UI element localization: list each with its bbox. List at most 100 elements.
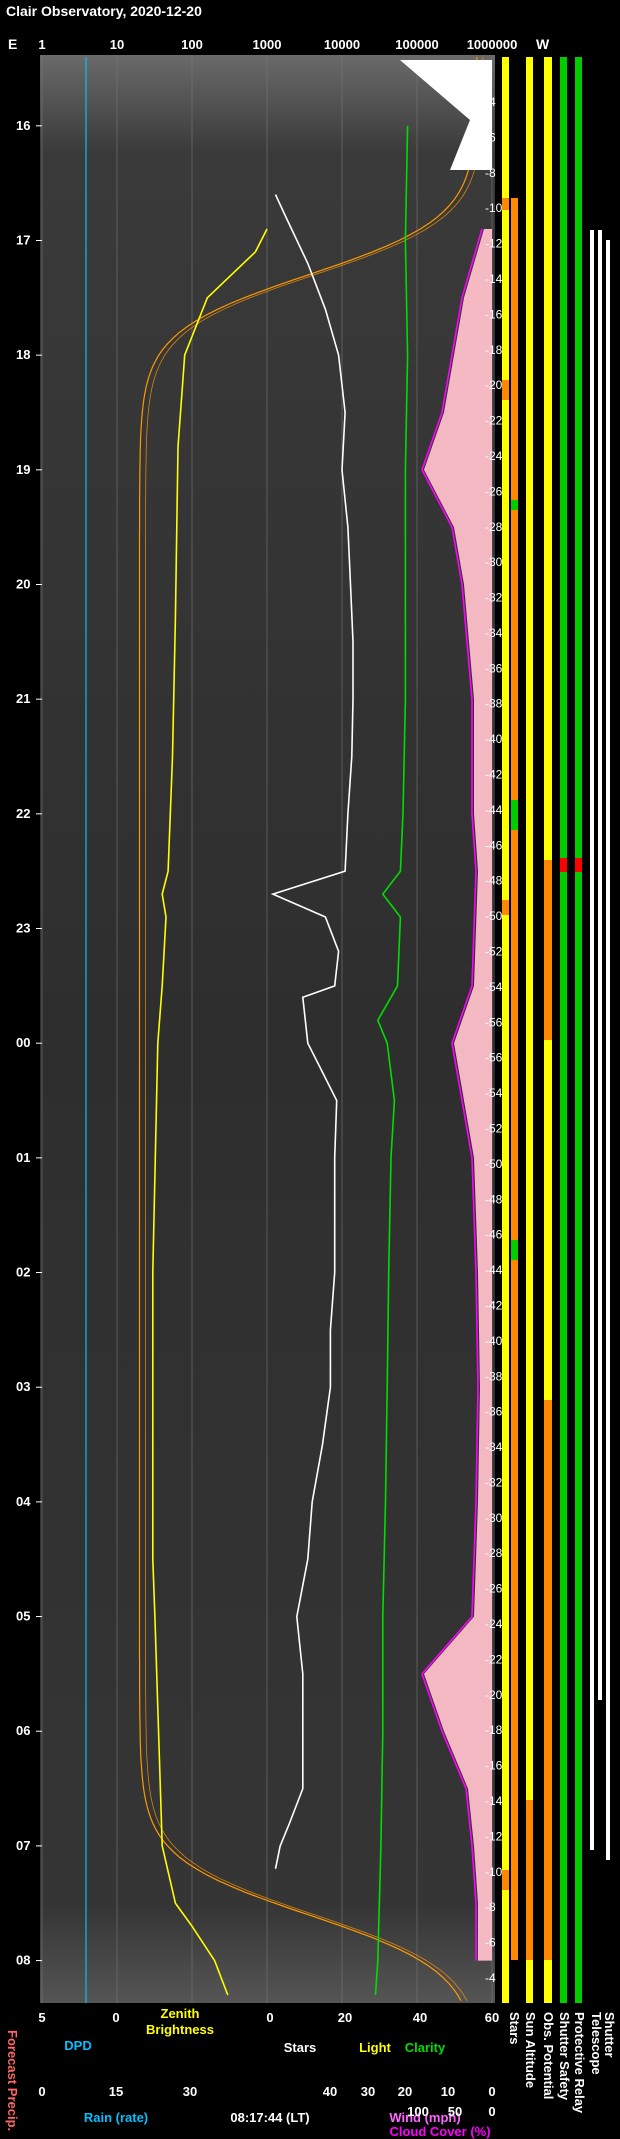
status-label: Obs. Potential xyxy=(541,2012,556,2099)
altitude-label: -52 xyxy=(485,945,503,959)
status-label: Shutter Safety xyxy=(557,2012,572,2101)
altitude-label: -4 xyxy=(485,95,496,109)
status-bar-overlay xyxy=(544,860,552,1040)
altitude-label: -36 xyxy=(485,661,503,675)
altitude-label: -40 xyxy=(485,732,503,746)
status-label: Shutter xyxy=(602,2012,617,2058)
altitude-label: -48 xyxy=(485,874,503,888)
altitude-label: -26 xyxy=(485,484,503,498)
time-tick-label: 19 xyxy=(16,462,30,477)
status-bar-segment xyxy=(575,57,582,2003)
altitude-label: -52 xyxy=(485,1121,503,1135)
altitude-label: -20 xyxy=(485,1688,503,1702)
stars-label: Stars xyxy=(284,2040,317,2055)
wind-tick: 30 xyxy=(361,2084,375,2099)
altitude-label: -14 xyxy=(485,272,503,286)
time-tick-label: 05 xyxy=(16,1609,30,1624)
status-bar-overlay xyxy=(511,800,518,830)
telescope-bar xyxy=(606,240,610,1860)
altitude-label: -8 xyxy=(485,1900,496,1914)
altitude-label: -30 xyxy=(485,555,503,569)
dpd-label: DPD xyxy=(64,2038,91,2053)
top-tick-label: 100000 xyxy=(395,37,438,52)
cloud-tick: 50 xyxy=(448,2104,462,2119)
altitude-label: -22 xyxy=(485,414,503,428)
rain-tick: 30 xyxy=(183,2084,197,2099)
altitude-label: -22 xyxy=(485,1652,503,1666)
status-bar-overlay xyxy=(502,1870,509,1890)
status-bar-overlay xyxy=(575,858,582,872)
top-tick-label: 100 xyxy=(181,37,203,52)
time-tick-label: 00 xyxy=(16,1035,30,1050)
status-bar-overlay xyxy=(526,600,533,1800)
top-axis-right-label: W xyxy=(536,36,550,52)
altitude-label: -32 xyxy=(485,591,503,605)
wind-tick: 20 xyxy=(398,2084,412,2099)
altitude-label: -56 xyxy=(485,1015,503,1029)
cloud-tick: 0 xyxy=(488,2104,495,2119)
time-tick-label: 16 xyxy=(16,118,30,133)
time-tick-label: 23 xyxy=(16,921,30,936)
status-bar-overlay xyxy=(511,1240,518,1260)
status-label: Sun Altitude xyxy=(523,2012,538,2088)
wind-tick: 40 xyxy=(323,2084,337,2099)
zenith-tick: 60 xyxy=(485,2010,499,2025)
altitude-label: -10 xyxy=(485,1865,503,1879)
altitude-label: -40 xyxy=(485,1334,503,1348)
time-label: 08:17:44 (LT) xyxy=(230,2110,309,2125)
telescope-bar xyxy=(590,230,594,1850)
time-tick-label: 02 xyxy=(16,1265,30,1280)
altitude-label: -42 xyxy=(485,768,503,782)
time-tick-label: 08 xyxy=(16,1953,30,1968)
rain-tick: 0 xyxy=(38,2084,45,2099)
time-tick-label: 01 xyxy=(16,1150,30,1165)
altitude-label: -32 xyxy=(485,1475,503,1489)
altitude-label: -12 xyxy=(485,237,503,251)
status-label: Telescope xyxy=(589,2012,604,2075)
time-tick-label: 22 xyxy=(16,806,30,821)
altitude-label: -44 xyxy=(485,1263,503,1277)
status-bar-overlay xyxy=(502,380,509,400)
time-tick-label: 17 xyxy=(16,232,30,247)
altitude-label: -14 xyxy=(485,1794,503,1808)
status-bar-segment xyxy=(511,57,518,198)
top-axis-left-label: E xyxy=(8,36,17,52)
altitude-label: -38 xyxy=(485,697,503,711)
zenith-label: Zenith xyxy=(161,2006,200,2021)
forecast-precip-label: Forecast Precip. xyxy=(5,2030,20,2131)
wind-tick: 10 xyxy=(441,2084,455,2099)
top-tick-label: 1000 xyxy=(253,37,282,52)
altitude-label: -34 xyxy=(485,1440,503,1454)
cloud-tick: 100 xyxy=(407,2104,429,2119)
altitude-label: -42 xyxy=(485,1298,503,1312)
status-bar-overlay xyxy=(502,900,509,915)
status-label: Stars xyxy=(507,2012,522,2045)
top-tick-label: 1 xyxy=(38,37,45,52)
time-tick-label: 03 xyxy=(16,1379,30,1394)
clarity-label: Clarity xyxy=(405,2040,446,2055)
altitude-label: -24 xyxy=(485,1617,503,1631)
altitude-label: -4 xyxy=(485,1971,496,1985)
status-bar-segment xyxy=(511,198,518,1960)
altitude-label: -26 xyxy=(485,1582,503,1596)
dpd-tick: 5 xyxy=(38,2010,45,2025)
altitude-label: -10 xyxy=(485,201,503,215)
bottom-labels: Forecast Precip.5 0DPDZenithBrightness0 20… xyxy=(5,2006,617,2139)
altitude-label: -46 xyxy=(485,1228,503,1242)
top-tick-label: 10000 xyxy=(324,37,360,52)
observatory-chart: E W1 10 100 1000 10000 100000 10000001617181920… xyxy=(5,36,617,2139)
altitude-label: -50 xyxy=(485,909,503,923)
altitude-label: -16 xyxy=(485,1759,503,1773)
altitude-label: -18 xyxy=(485,343,503,357)
time-tick-label: 06 xyxy=(16,1723,30,1738)
sky-image-area xyxy=(40,55,495,2003)
zenith-tick: 0 xyxy=(266,2010,273,2025)
altitude-label: -36 xyxy=(485,1405,503,1419)
time-tick-label: 21 xyxy=(16,691,30,706)
altitude-label: -6 xyxy=(485,130,496,144)
status-bar-segment xyxy=(560,57,567,2003)
light-label: Light xyxy=(359,2040,391,2055)
altitude-label: -54 xyxy=(485,980,503,994)
altitude-label: -28 xyxy=(485,1546,503,1560)
altitude-label: -56 xyxy=(485,1051,503,1065)
